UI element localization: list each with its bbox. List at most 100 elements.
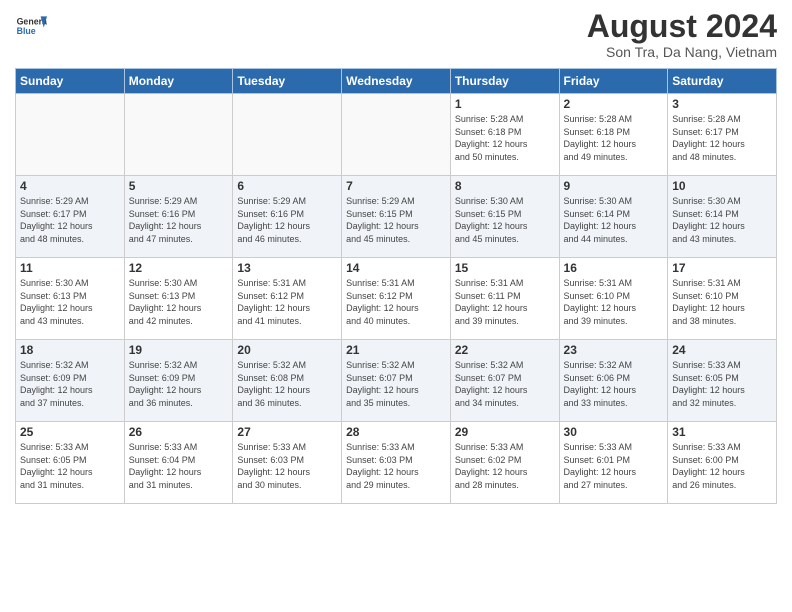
day-number: 29 — [455, 425, 555, 439]
day-number: 22 — [455, 343, 555, 357]
weekday-header-thursday: Thursday — [450, 69, 559, 94]
day-info: Sunrise: 5:28 AM Sunset: 6:18 PM Dayligh… — [455, 113, 555, 163]
day-info: Sunrise: 5:33 AM Sunset: 6:04 PM Dayligh… — [129, 441, 229, 491]
calendar-cell — [16, 94, 125, 176]
day-info: Sunrise: 5:30 AM Sunset: 6:15 PM Dayligh… — [455, 195, 555, 245]
calendar-cell: 9Sunrise: 5:30 AM Sunset: 6:14 PM Daylig… — [559, 176, 668, 258]
location: Son Tra, Da Nang, Vietnam — [587, 44, 777, 60]
day-number: 21 — [346, 343, 446, 357]
calendar-cell: 13Sunrise: 5:31 AM Sunset: 6:12 PM Dayli… — [233, 258, 342, 340]
calendar-cell: 30 Sunrise: 5:33 AM Sunset: 6:01 PM Dayli… — [559, 422, 668, 504]
logo-icon: General Blue — [15, 10, 47, 42]
calendar-cell: 6 Sunrise: 5:29 AM Sunset: 6:16 PM Daylig… — [233, 176, 342, 258]
day-info: Sunrise: 5:29 AM Sunset: 6:15 PM Dayligh… — [346, 195, 446, 245]
day-info: Sunrise: 5:31 AM Sunset: 6:10 PM Dayligh… — [672, 277, 772, 327]
title-block: August 2024 Son Tra, Da Nang, Vietnam — [587, 10, 777, 60]
day-number: 9 — [564, 179, 664, 193]
day-number: 1 — [455, 97, 555, 111]
day-number: 19 — [129, 343, 229, 357]
calendar-cell: 14Sunrise: 5:31 AM Sunset: 6:12 PM Dayli… — [342, 258, 451, 340]
calendar-cell: 31 Sunrise: 5:33 AM Sunset: 6:00 PM Dayli… — [668, 422, 777, 504]
calendar-cell: 28 Sunrise: 5:33 AM Sunset: 6:03 PM Dayli… — [342, 422, 451, 504]
day-number: 28 — [346, 425, 446, 439]
calendar-cell: 27 Sunrise: 5:33 AM Sunset: 6:03 PM Dayli… — [233, 422, 342, 504]
calendar-cell: 2Sunrise: 5:28 AM Sunset: 6:18 PM Daylig… — [559, 94, 668, 176]
day-info: Sunrise: 5:32 AM Sunset: 6:09 PM Dayligh… — [129, 359, 229, 409]
day-number: 5 — [129, 179, 229, 193]
calendar-cell: 25 Sunrise: 5:33 AM Sunset: 6:05 PM Dayli… — [16, 422, 125, 504]
day-number: 6 — [237, 179, 337, 193]
calendar-cell: 17 Sunrise: 5:31 AM Sunset: 6:10 PM Dayli… — [668, 258, 777, 340]
day-number: 25 — [20, 425, 120, 439]
day-info: Sunrise: 5:33 AM Sunset: 6:02 PM Dayligh… — [455, 441, 555, 491]
calendar-cell: 22 Sunrise: 5:32 AM Sunset: 6:07 PM Dayli… — [450, 340, 559, 422]
day-number: 15 — [455, 261, 555, 275]
calendar-cell: 11Sunrise: 5:30 AM Sunset: 6:13 PM Dayli… — [16, 258, 125, 340]
calendar-cell: 24 Sunrise: 5:33 AM Sunset: 6:05 PM Dayli… — [668, 340, 777, 422]
calendar-cell: 19 Sunrise: 5:32 AM Sunset: 6:09 PM Dayli… — [124, 340, 233, 422]
day-number: 23 — [564, 343, 664, 357]
day-number: 17 — [672, 261, 772, 275]
calendar-cell — [124, 94, 233, 176]
svg-text:Blue: Blue — [17, 26, 36, 36]
day-info: Sunrise: 5:33 AM Sunset: 6:03 PM Dayligh… — [237, 441, 337, 491]
day-number: 4 — [20, 179, 120, 193]
calendar-cell — [342, 94, 451, 176]
calendar-cell: 4Sunrise: 5:29 AM Sunset: 6:17 PM Daylig… — [16, 176, 125, 258]
calendar-cell: 3Sunrise: 5:28 AM Sunset: 6:17 PM Daylig… — [668, 94, 777, 176]
day-info: Sunrise: 5:33 AM Sunset: 6:00 PM Dayligh… — [672, 441, 772, 491]
day-info: Sunrise: 5:29 AM Sunset: 6:16 PM Dayligh… — [237, 195, 337, 245]
day-info: Sunrise: 5:32 AM Sunset: 6:06 PM Dayligh… — [564, 359, 664, 409]
calendar-cell: 20 Sunrise: 5:32 AM Sunset: 6:08 PM Dayli… — [233, 340, 342, 422]
day-number: 7 — [346, 179, 446, 193]
day-info: Sunrise: 5:32 AM Sunset: 6:08 PM Dayligh… — [237, 359, 337, 409]
week-row-4: 25 Sunrise: 5:33 AM Sunset: 6:05 PM Dayli… — [16, 422, 777, 504]
day-number: 8 — [455, 179, 555, 193]
weekday-header-sunday: Sunday — [16, 69, 125, 94]
day-info: Sunrise: 5:33 AM Sunset: 6:03 PM Dayligh… — [346, 441, 446, 491]
weekday-header-friday: Friday — [559, 69, 668, 94]
day-info: Sunrise: 5:30 AM Sunset: 6:13 PM Dayligh… — [129, 277, 229, 327]
calendar-cell — [233, 94, 342, 176]
day-info: Sunrise: 5:31 AM Sunset: 6:10 PM Dayligh… — [564, 277, 664, 327]
weekday-header-tuesday: Tuesday — [233, 69, 342, 94]
day-number: 20 — [237, 343, 337, 357]
day-info: Sunrise: 5:33 AM Sunset: 6:05 PM Dayligh… — [20, 441, 120, 491]
week-row-2: 11Sunrise: 5:30 AM Sunset: 6:13 PM Dayli… — [16, 258, 777, 340]
calendar-cell: 29 Sunrise: 5:33 AM Sunset: 6:02 PM Dayli… — [450, 422, 559, 504]
day-number: 30 — [564, 425, 664, 439]
day-number: 3 — [672, 97, 772, 111]
logo: General Blue — [15, 10, 47, 42]
day-number: 31 — [672, 425, 772, 439]
week-row-0: 1 Sunrise: 5:28 AM Sunset: 6:18 PM Daylig… — [16, 94, 777, 176]
day-number: 18 — [20, 343, 120, 357]
calendar-cell: 23 Sunrise: 5:32 AM Sunset: 6:06 PM Dayli… — [559, 340, 668, 422]
day-number: 14 — [346, 261, 446, 275]
day-info: Sunrise: 5:30 AM Sunset: 6:13 PM Dayligh… — [20, 277, 120, 327]
day-number: 2 — [564, 97, 664, 111]
day-info: Sunrise: 5:32 AM Sunset: 6:07 PM Dayligh… — [455, 359, 555, 409]
day-number: 10 — [672, 179, 772, 193]
day-info: Sunrise: 5:33 AM Sunset: 6:05 PM Dayligh… — [672, 359, 772, 409]
calendar-cell: 10Sunrise: 5:30 AM Sunset: 6:14 PM Dayli… — [668, 176, 777, 258]
weekday-header-monday: Monday — [124, 69, 233, 94]
calendar-cell: 5 Sunrise: 5:29 AM Sunset: 6:16 PM Daylig… — [124, 176, 233, 258]
calendar-page: General Blue August 2024 Son Tra, Da Nan… — [0, 0, 792, 612]
day-info: Sunrise: 5:32 AM Sunset: 6:09 PM Dayligh… — [20, 359, 120, 409]
calendar-cell: 15 Sunrise: 5:31 AM Sunset: 6:11 PM Dayli… — [450, 258, 559, 340]
month-year: August 2024 — [587, 10, 777, 42]
week-row-3: 18 Sunrise: 5:32 AM Sunset: 6:09 PM Dayli… — [16, 340, 777, 422]
day-info: Sunrise: 5:29 AM Sunset: 6:16 PM Dayligh… — [129, 195, 229, 245]
week-row-1: 4Sunrise: 5:29 AM Sunset: 6:17 PM Daylig… — [16, 176, 777, 258]
day-info: Sunrise: 5:31 AM Sunset: 6:12 PM Dayligh… — [237, 277, 337, 327]
day-number: 24 — [672, 343, 772, 357]
day-number: 16 — [564, 261, 664, 275]
day-number: 12 — [129, 261, 229, 275]
day-number: 27 — [237, 425, 337, 439]
day-info: Sunrise: 5:33 AM Sunset: 6:01 PM Dayligh… — [564, 441, 664, 491]
calendar-table: SundayMondayTuesdayWednesdayThursdayFrid… — [15, 68, 777, 504]
day-info: Sunrise: 5:31 AM Sunset: 6:11 PM Dayligh… — [455, 277, 555, 327]
calendar-cell: 8 Sunrise: 5:30 AM Sunset: 6:15 PM Daylig… — [450, 176, 559, 258]
calendar-cell: 16 Sunrise: 5:31 AM Sunset: 6:10 PM Dayli… — [559, 258, 668, 340]
calendar-cell: 18 Sunrise: 5:32 AM Sunset: 6:09 PM Dayli… — [16, 340, 125, 422]
